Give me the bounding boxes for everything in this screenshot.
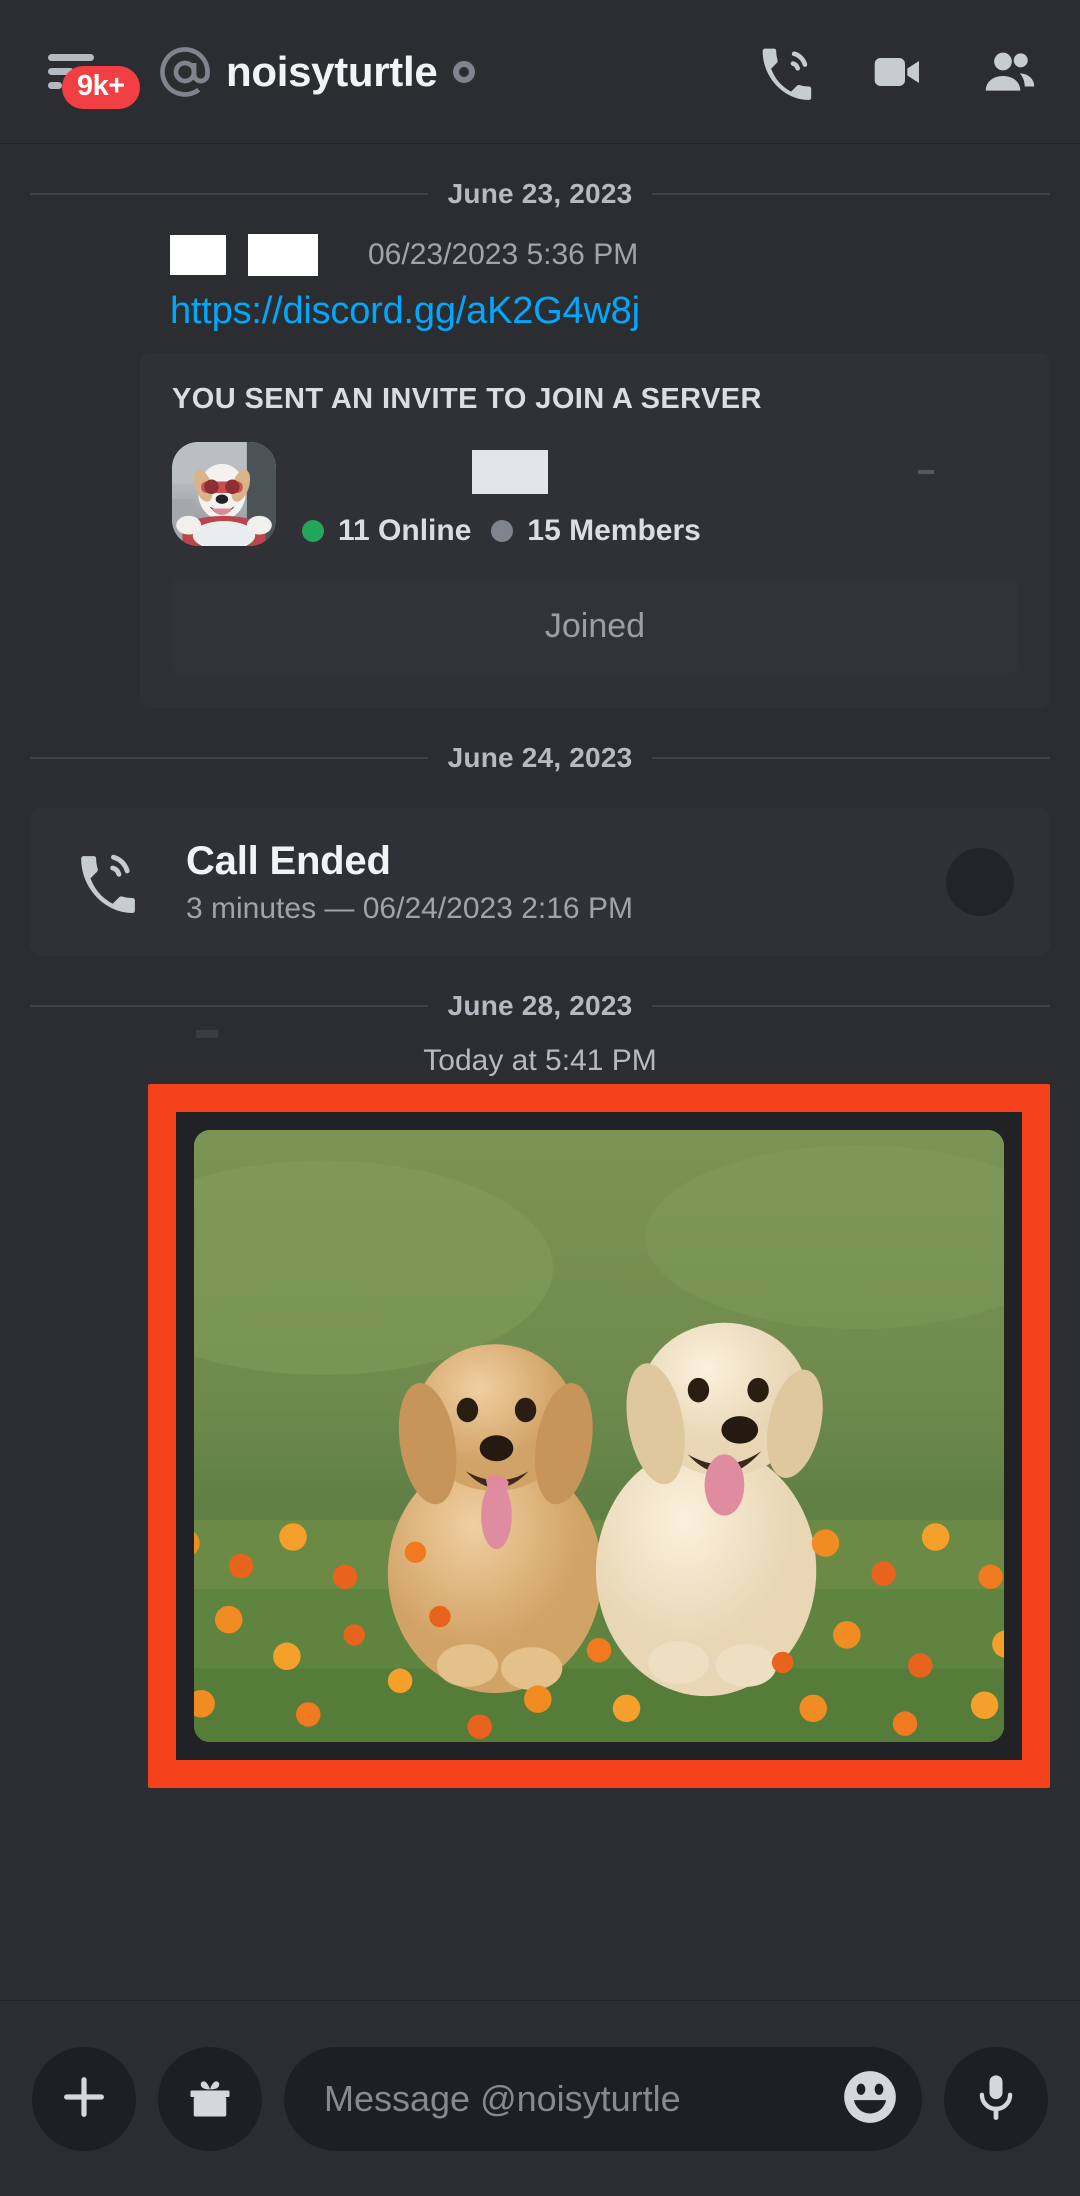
microphone-icon <box>970 2071 1022 2126</box>
date-divider-label: June 23, 2023 <box>447 178 633 209</box>
message-input[interactable] <box>324 2077 834 2120</box>
image-message-row[interactable]: Today at 5:41 PM <box>0 1030 1080 1788</box>
invite-embed-card[interactable]: YOU SENT AN INVITE TO JOIN A SERVER 11 O… <box>140 353 1050 708</box>
call-text-block: Call Ended 3 minutes — 06/24/2023 2:16 P… <box>186 839 633 926</box>
emoji-picker-button[interactable] <box>834 2063 906 2135</box>
unread-badge: 9k+ <box>62 65 140 109</box>
online-count-item: 11 Online <box>302 514 471 548</box>
message-timestamp: 06/23/2023 5:36 PM <box>368 238 639 271</box>
server-counts: 11 Online 15 Members <box>302 514 1018 548</box>
header-actions <box>758 44 1050 100</box>
dm-username[interactable]: noisyturtle <box>226 48 438 96</box>
message-input-container[interactable] <box>284 2046 922 2151</box>
divider-line-left <box>30 1005 428 1007</box>
server-name-row <box>302 446 1018 498</box>
image-message-timestamp: Today at 5:41 PM <box>423 1044 657 1077</box>
members-status-dot-icon <box>491 520 514 542</box>
two-golden-retriever-puppies-photo[interactable] <box>194 1130 1004 1742</box>
call-ended-subtitle: 3 minutes — 06/24/2023 2:16 PM <box>186 891 633 925</box>
divider-line-right <box>652 757 1051 759</box>
invite-message-row[interactable]: 06/23/2023 5:36 PM https://discord.gg/aK… <box>0 218 1080 333</box>
call-ended-title: Call Ended <box>186 838 391 883</box>
add-attachment-button[interactable] <box>32 2046 136 2151</box>
call-back-button[interactable] <box>946 848 1014 916</box>
offline-status-icon <box>453 60 476 83</box>
members-icon[interactable] <box>982 44 1038 100</box>
members-count-item: 15 Members <box>491 514 701 548</box>
date-divider: June 28, 2023 <box>30 990 1051 1022</box>
phone-call-icon <box>76 851 138 913</box>
attachment-highlight-box <box>148 1084 1050 1788</box>
redacted-author-block <box>170 235 226 275</box>
redacted-marker <box>918 470 934 474</box>
members-count-label: 15 Members <box>527 514 701 547</box>
invite-link[interactable]: https://discord.gg/aK2G4w8j <box>30 290 1050 333</box>
joined-button[interactable]: Joined <box>172 578 1018 674</box>
date-divider-label: June 24, 2023 <box>447 742 633 773</box>
plus-icon <box>58 2071 110 2126</box>
voice-message-button[interactable] <box>944 2046 1048 2151</box>
redacted-server-name-block <box>472 450 548 494</box>
date-divider: June 24, 2023 <box>30 742 1051 774</box>
divider-line-right <box>652 193 1051 195</box>
invite-card-info: 11 Online 15 Members <box>302 442 1018 548</box>
video-call-icon[interactable] <box>870 44 926 100</box>
emoji-icon <box>839 2066 901 2131</box>
message-list[interactable]: June 23, 2023 06/23/2023 5:36 PM https:/… <box>0 144 1080 2000</box>
dog-in-sunglasses-avatar <box>172 442 276 546</box>
send-gift-button[interactable] <box>158 2046 262 2151</box>
date-divider-label: June 28, 2023 <box>447 990 633 1021</box>
redacted-marker <box>196 1030 218 1038</box>
back-to-channels-button[interactable]: 9k+ <box>34 32 140 112</box>
online-status-dot-icon <box>302 520 324 542</box>
gift-icon <box>184 2071 236 2126</box>
call-ended-card[interactable]: Call Ended 3 minutes — 06/24/2023 2:16 P… <box>30 808 1050 956</box>
divider-line-left <box>30 757 428 759</box>
divider-line-right <box>652 1005 1051 1007</box>
invite-card-body: 11 Online 15 Members <box>172 442 1018 548</box>
at-sign-icon <box>158 45 212 99</box>
channel-header: 9k+ noisyturtle <box>0 0 1080 144</box>
invite-card-title: YOU SENT AN INVITE TO JOIN A SERVER <box>172 383 762 415</box>
message-meta: 06/23/2023 5:36 PM <box>30 224 1050 286</box>
redacted-tag-block <box>248 234 318 276</box>
message-composer <box>0 2000 1080 2196</box>
divider-line-left <box>30 193 428 195</box>
voice-call-icon[interactable] <box>758 44 814 100</box>
date-divider: June 23, 2023 <box>30 178 1051 210</box>
online-count-label: 11 Online <box>338 514 472 547</box>
